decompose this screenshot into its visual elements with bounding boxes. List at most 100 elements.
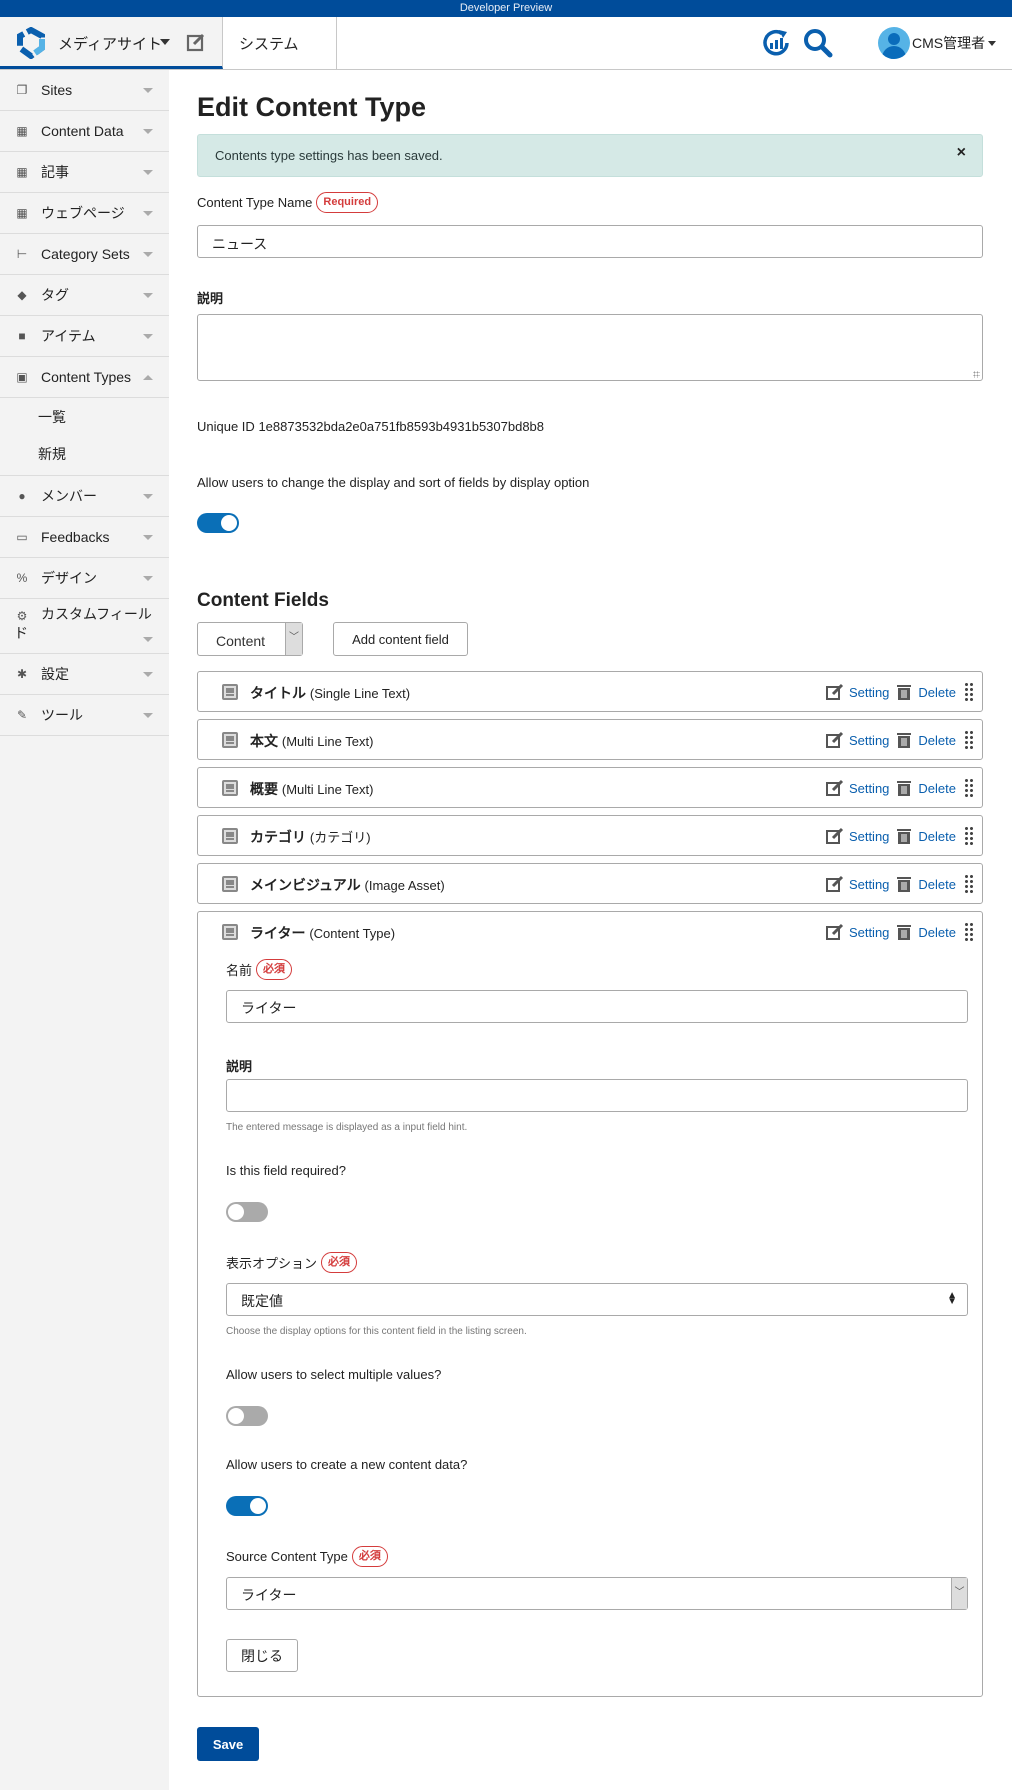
display-option-hint: Choose the display options for this cont… [226,1326,527,1337]
setting-link[interactable]: Setting [849,829,889,844]
sidebar-item-items[interactable]: ■ アイテム [0,316,169,357]
delete-link[interactable]: Delete [918,733,956,748]
field-description-input[interactable] [226,1079,968,1112]
close-button[interactable]: 閉じる [226,1639,298,1672]
trash-icon[interactable] [895,875,913,893]
content-field-row[interactable]: 本文 (Multi Line Text) Setting Delete [197,719,983,760]
trash-icon[interactable] [895,731,913,749]
delete-link[interactable]: Delete [918,781,956,796]
description-textarea[interactable] [197,314,983,381]
edit-icon[interactable] [825,779,844,797]
sidebar-item-webpages[interactable]: ▦ ウェブページ [0,193,169,234]
setting-link[interactable]: Setting [849,781,889,796]
display-option-select[interactable]: 既定値 ▲ ▼ [226,1283,968,1316]
drag-handle-icon[interactable] [964,730,974,750]
setting-link[interactable]: Setting [849,925,889,940]
field-type-icon [222,780,238,796]
site-switcher[interactable]: メディアサイト [0,17,223,69]
field-name-input[interactable]: ライター [226,990,968,1023]
delete-link[interactable]: Delete [918,877,956,892]
sidebar-item-members[interactable]: ● メンバー [0,476,169,517]
sidebar-item-label: 設定 [41,666,69,682]
field-title: メインビジュアル (Image Asset) [250,875,445,895]
sidebar-item-content-data[interactable]: ▦ Content Data [0,111,169,152]
sidebar-item-category-sets[interactable]: ⊢ Category Sets [0,234,169,275]
sidebar-item-label: Feedbacks [41,529,110,545]
setting-link[interactable]: Setting [849,733,889,748]
sidebar-item-tags[interactable]: ◆ タグ [0,275,169,316]
edit-icon[interactable] [825,923,844,941]
required-toggle[interactable] [226,1202,268,1222]
delete-link[interactable]: Delete [918,829,956,844]
close-icon[interactable]: × [957,144,966,162]
display-option-value: 既定値 [241,1293,283,1309]
edit-site-icon[interactable] [186,32,206,52]
content-field-row[interactable]: タイトル (Single Line Text) Setting Delete [197,671,983,712]
drag-handle-icon[interactable] [964,874,974,894]
save-button[interactable]: Save [197,1727,259,1761]
drag-handle-icon[interactable] [964,778,974,798]
sidebar-item-content-types[interactable]: ▣ Content Types [0,357,169,398]
chevron-down-icon [143,712,153,718]
tag-icon: ◆ [17,288,27,302]
sidebar-item-feedbacks[interactable]: ▭ Feedbacks [0,517,169,558]
drag-handle-icon[interactable] [964,826,974,846]
field-type-icon [222,732,238,748]
trash-icon[interactable] [895,779,913,797]
search-icon[interactable] [802,27,834,59]
field-type: (Multi Line Text) [281,734,374,749]
field-name-label: 名前 必須 [226,959,293,980]
create-new-toggle[interactable] [226,1496,268,1516]
label-text: Source Content Type [226,1549,348,1564]
edit-icon[interactable] [825,875,844,893]
trash-icon[interactable] [895,923,913,941]
sidebar-item-entries[interactable]: ▦ 記事 [0,152,169,193]
system-tab[interactable]: システム [224,17,337,69]
sidebar-item-label: 記事 [41,164,69,180]
drag-handle-icon[interactable] [964,922,974,942]
sidebar-item-design[interactable]: % デザイン [0,558,169,599]
label-text: 表示オプション [226,1256,318,1271]
trash-icon[interactable] [895,683,913,701]
resize-handle-icon[interactable] [973,371,980,378]
delete-link[interactable]: Delete [918,925,956,940]
sidebar-item-label: Content Types [41,369,132,385]
setting-link[interactable]: Setting [849,685,889,700]
content-type-name-input[interactable]: ニュース [197,225,983,258]
multiple-values-toggle[interactable] [226,1406,268,1426]
delete-link[interactable]: Delete [918,685,956,700]
sidebar-item-custom-fields[interactable]: ⚙ カスタムフィールド [0,599,169,654]
chevron-down-icon [143,575,153,581]
sidebar-item-tools[interactable]: ✎ ツール [0,695,169,736]
content-field-row[interactable]: メインビジュアル (Image Asset) Setting Delete [197,863,983,904]
content-data-icon: ▦ [16,124,28,138]
edit-icon[interactable] [825,683,844,701]
create-new-label: Allow users to create a new content data… [226,1457,468,1472]
field-type-select[interactable]: Content ﹀ [197,622,303,656]
sidebar-subitem-list[interactable]: 一覧 [0,398,169,435]
content-field-expanded: ライター (Content Type) Setting Delete 名前 必須… [197,911,983,1697]
source-content-type-select[interactable]: ライター ﹀ [226,1577,968,1610]
setting-link[interactable]: Setting [849,877,889,892]
sidebar-subitem-new[interactable]: 新規 [0,435,169,472]
field-name: ライター [250,925,306,941]
display-option-toggle[interactable] [197,513,239,533]
field-name: 概要 [250,781,278,797]
add-content-field-button[interactable]: Add content field [333,622,468,656]
trash-icon[interactable] [895,827,913,845]
content-field-row[interactable]: 概要 (Multi Line Text) Setting Delete [197,767,983,808]
content-field-row[interactable]: カテゴリ (カテゴリ) Setting Delete [197,815,983,856]
drag-handle-icon[interactable] [964,682,974,702]
sidebar-item-settings[interactable]: ✱ 設定 [0,654,169,695]
sidebar-item-sites[interactable]: ❐ Sites [0,70,169,111]
user-menu[interactable]: CMS管理者 [878,26,997,60]
category-sets-icon: ⊢ [16,247,28,261]
sync-stats-icon[interactable] [760,27,792,59]
sort-arrows-icon: ▲ ▼ [947,1290,957,1307]
member-icon: ● [18,489,26,503]
field-type-icon [222,828,238,844]
display-option-label: 表示オプション 必須 [226,1252,358,1273]
edit-icon[interactable] [825,827,844,845]
required-badge: 必須 [256,959,293,980]
edit-icon[interactable] [825,731,844,749]
